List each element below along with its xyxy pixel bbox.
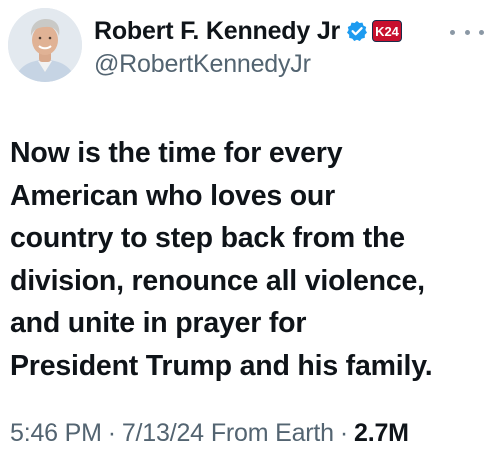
tweet-text-line: and unite in prayer for: [10, 307, 307, 339]
meta-separator: ·: [339, 418, 349, 447]
more-dot: [450, 29, 455, 35]
display-name[interactable]: Robert F. Kennedy Jr: [94, 17, 340, 46]
tweet-text-line: American who loves our: [10, 179, 336, 212]
tweet-text-line: country to step back from the: [10, 222, 405, 254]
tweet-text: Now is the time for every American who l…: [10, 132, 494, 387]
views-count[interactable]: 2.7M: [354, 419, 409, 448]
tweet-meta: 5:46 PM · 7/13/24 From Earth · 2.7M: [10, 416, 409, 450]
tweet: Robert F. Kennedy Jr K24 @RobertKennedyJ…: [0, 0, 500, 457]
tweet-location: From Earth: [210, 418, 334, 447]
meta-separator: ·: [107, 418, 116, 447]
more-dot: [464, 29, 470, 35]
more-options-icon[interactable]: [450, 24, 484, 40]
avatar[interactable]: [8, 8, 82, 82]
profile-photo-icon: [8, 8, 82, 82]
tweet-text-line: President Trump and his family.: [10, 349, 433, 382]
tweet-date[interactable]: 7/13/24: [122, 419, 204, 448]
tweet-text-line: Now is the time for every: [10, 137, 343, 169]
tweet-time[interactable]: 5:46 PM: [10, 419, 102, 448]
affiliate-badge[interactable]: K24: [372, 20, 402, 42]
author-handle[interactable]: @RobertKennedyJr: [94, 50, 311, 79]
tweet-text-line: division, renounce all violence,: [10, 264, 425, 297]
author-name-row: Robert F. Kennedy Jr K24: [94, 16, 402, 46]
verified-badge-icon[interactable]: [346, 20, 368, 42]
more-dot: [479, 29, 484, 35]
